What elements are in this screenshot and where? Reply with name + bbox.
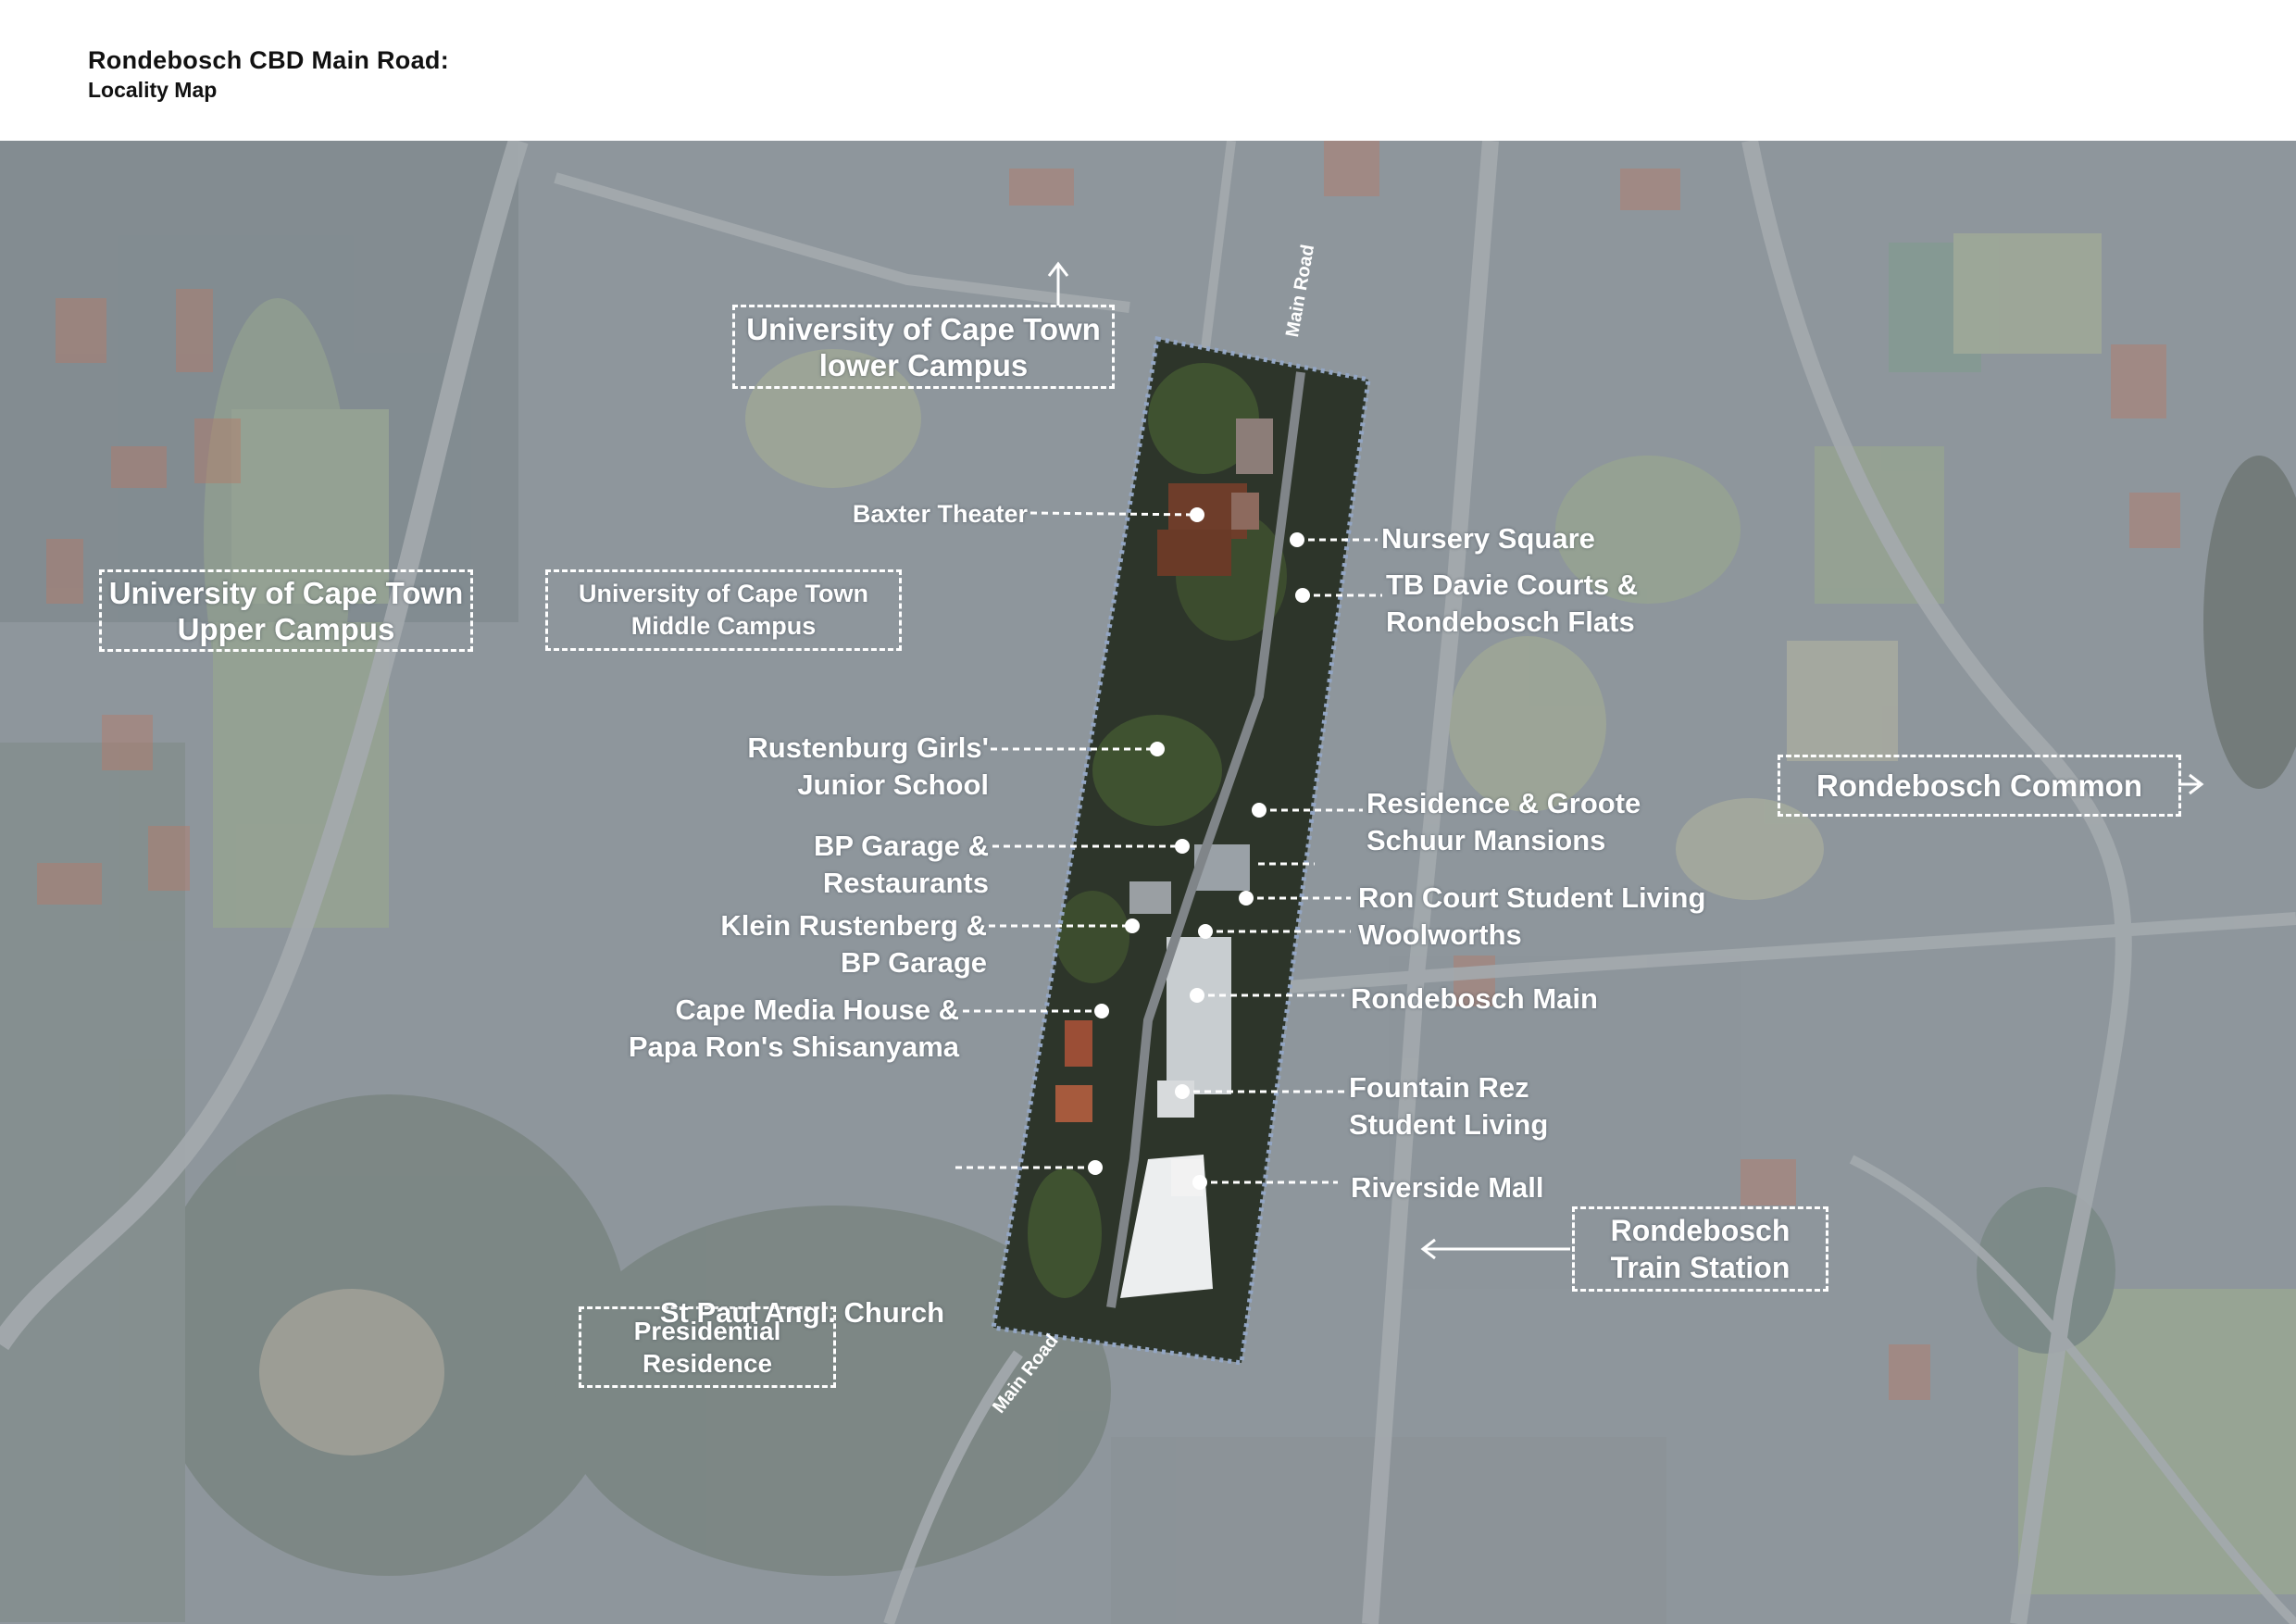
- bp-garage-line2: Restaurants: [822, 867, 989, 899]
- rondebosch-main-text: Rondebosch Main: [1351, 982, 1598, 1015]
- baxter-theater-label[interactable]: Baxter Theater: [722, 494, 1028, 532]
- bp-garage-line1: BP Garage &: [814, 830, 989, 862]
- train-station-box[interactable]: Rondebosch Train Station: [1572, 1206, 1828, 1292]
- cape-media-line2: Papa Ron's Shisanyama: [628, 1031, 959, 1063]
- klein-rustenberg-label[interactable]: Klein Rustenberg & BP Garage: [648, 907, 987, 981]
- aerial-map[interactable]: Main Road Main Road University of Cape T…: [0, 141, 2296, 1624]
- train-station-line2: Train Station: [1610, 1251, 1791, 1284]
- woolworths-text: Woolworths: [1358, 918, 1522, 951]
- st-paul-text: St Paul Angl. Church: [659, 1296, 944, 1329]
- residence-line2: Schuur Mansions: [1366, 824, 1606, 856]
- ucd-middle-campus-line1: University of Cape Town: [578, 580, 869, 607]
- map-title: Rondebosch CBD Main Road:: [88, 46, 449, 74]
- ucd-lower-campus-line1: University of Cape Town: [746, 311, 1101, 346]
- fountain-line2: Student Living: [1349, 1108, 1549, 1141]
- tb-davie-courts-label[interactable]: TB Davie Courts & Rondebosch Flats: [1386, 567, 1638, 641]
- aerial-map-graphic: [0, 141, 2296, 1624]
- ron-court-text: Ron Court Student Living: [1358, 881, 1706, 914]
- bp-garage-restaurants-label[interactable]: BP Garage & Restaurants: [648, 828, 989, 902]
- rondebosch-main-label[interactable]: Rondebosch Main: [1351, 981, 1598, 1018]
- nursery-square-label[interactable]: Nursery Square: [1381, 520, 1595, 557]
- baxter-theater-text: Baxter Theater: [852, 500, 1028, 528]
- map-subtitle: Locality Map: [88, 78, 218, 102]
- klein-line2: BP Garage: [841, 946, 987, 979]
- woolworths-label[interactable]: Woolworths: [1358, 917, 1522, 954]
- rustenburg-label[interactable]: Rustenburg Girls' Junior School: [648, 730, 989, 804]
- ron-court-label[interactable]: Ron Court Student Living: [1358, 880, 1705, 917]
- ucd-middle-campus-box[interactable]: University of Cape Town Middle Campus: [545, 569, 902, 651]
- cape-media-house-label[interactable]: Cape Media House & Papa Ron's Shisanyama: [555, 992, 959, 1066]
- rondebosch-common-box[interactable]: Rondebosch Common: [1778, 755, 2181, 817]
- residence-groote-schuur-label[interactable]: Residence & Groote Schuur Mansions: [1366, 785, 1641, 859]
- fountain-line1: Fountain Rez: [1349, 1071, 1529, 1104]
- ucd-middle-campus-line2: Middle Campus: [630, 612, 817, 640]
- tb-davie-line2: Rondebosch Flats: [1386, 606, 1635, 638]
- rustenburg-line1: Rustenburg Girls': [747, 731, 989, 764]
- header: Rondebosch CBD Main Road: Locality Map: [0, 0, 2296, 141]
- nursery-square-text: Nursery Square: [1381, 522, 1595, 555]
- ucd-upper-campus-line1: University of Cape Town: [108, 575, 464, 610]
- klein-line1: Klein Rustenberg &: [720, 909, 987, 942]
- ucd-upper-campus-line2: Upper Campus: [177, 611, 395, 646]
- fountain-rez-label[interactable]: Fountain Rez Student Living: [1349, 1069, 1548, 1143]
- cape-media-line1: Cape Media House &: [675, 993, 959, 1026]
- riverside-mall-label[interactable]: Riverside Mall: [1351, 1169, 1543, 1206]
- presidential-line2: Residence: [642, 1349, 773, 1378]
- riverside-mall-text: Riverside Mall: [1351, 1171, 1544, 1204]
- ucd-upper-campus-box[interactable]: University of Cape Town Upper Campus: [99, 569, 473, 652]
- ucd-lower-campus-line2: lower Campus: [818, 347, 1029, 382]
- train-station-line1: Rondebosch: [1610, 1214, 1791, 1247]
- rustenburg-line2: Junior School: [797, 768, 989, 801]
- rondebosch-common-label: Rondebosch Common: [1816, 768, 2142, 803]
- residence-line1: Residence & Groote: [1366, 787, 1641, 819]
- tb-davie-line1: TB Davie Courts &: [1386, 568, 1639, 601]
- st-paul-church-label[interactable]: St Paul Angl. Church: [593, 1294, 944, 1331]
- ucd-lower-campus-box[interactable]: University of Cape Town lower Campus: [732, 305, 1115, 389]
